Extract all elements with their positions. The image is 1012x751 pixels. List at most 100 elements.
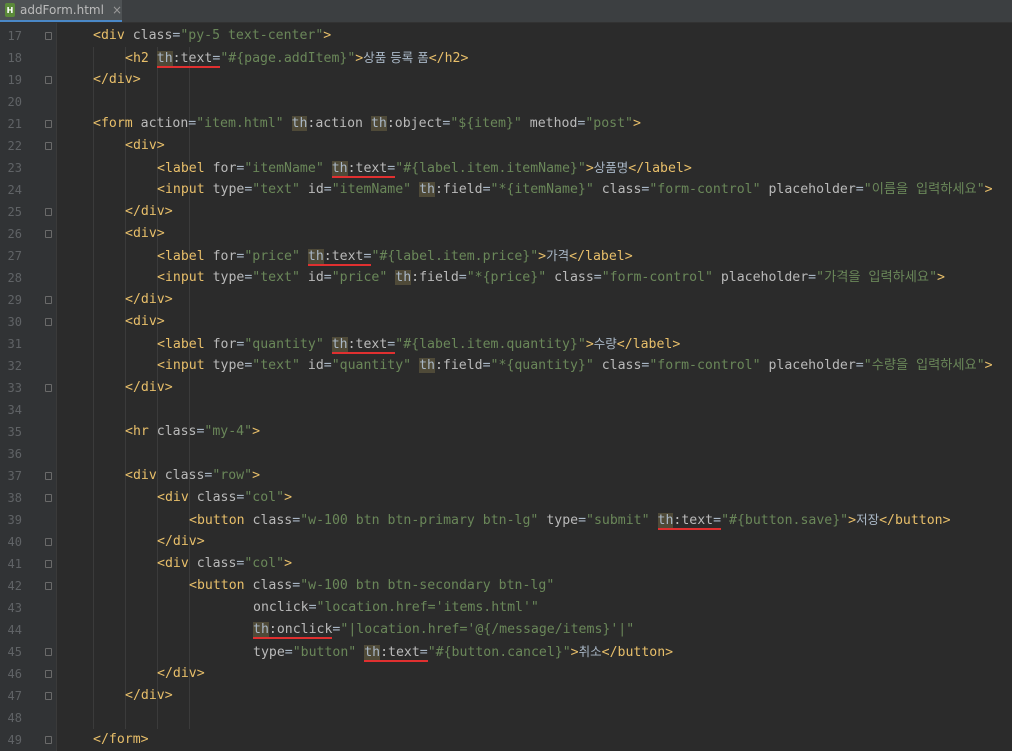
code-token: :text <box>673 513 714 528</box>
fold-marker-icon[interactable] <box>45 32 52 40</box>
line-number: 45 <box>7 645 22 659</box>
line-number: 30 <box>7 315 22 329</box>
fold-marker-icon[interactable] <box>45 538 52 546</box>
code-line[interactable]: <div class="col"> <box>157 553 292 575</box>
code-token: <div> <box>125 138 165 153</box>
line-number: 40 <box>7 535 22 549</box>
line-number: 41 <box>7 557 22 571</box>
code-line[interactable]: <label for="price" th:text="#{label.item… <box>157 245 633 267</box>
fold-marker-icon[interactable] <box>45 208 52 216</box>
code-token: type <box>212 270 245 285</box>
code-line[interactable]: <button class="w-100 btn btn-secondary b… <box>189 575 554 597</box>
code-token: "#{button.cancel}" <box>427 645 571 660</box>
code-line[interactable]: <div> <box>125 311 165 333</box>
code-line[interactable]: <div> <box>125 223 165 245</box>
code-line[interactable]: <input type="text" id="quantity" th:fiel… <box>157 355 993 377</box>
code-token: type <box>212 182 245 197</box>
code-token: "submit" <box>586 513 658 528</box>
code-token: <div <box>157 556 197 571</box>
fold-marker-icon[interactable] <box>45 648 52 656</box>
line-number: 22 <box>7 139 22 153</box>
code-line[interactable]: type="button" th:text="#{button.cancel}"… <box>253 641 673 663</box>
code-line[interactable]: <input type="text" id="itemName" th:fiel… <box>157 179 993 201</box>
code-token: </button> <box>601 645 674 660</box>
code-line[interactable]: </div> <box>157 531 205 553</box>
highlight-underline: th:text= <box>156 51 221 68</box>
code-line[interactable]: <form action="item.html" th:action th:ob… <box>93 113 641 135</box>
code-line[interactable]: <hr class="my-4"> <box>125 421 260 443</box>
line-number: 37 <box>7 469 22 483</box>
fold-marker-icon[interactable] <box>45 472 52 480</box>
code-token: = <box>808 270 817 285</box>
close-tab-icon[interactable]: × <box>112 3 122 17</box>
code-token: = <box>323 358 332 373</box>
code-token: for <box>212 337 237 352</box>
code-token: = <box>308 600 317 615</box>
code-line[interactable]: <label for="quantity" th:text="#{label.i… <box>157 333 680 355</box>
line-number: 26 <box>7 227 22 241</box>
code-token: "price" <box>331 270 396 285</box>
code-token: <div <box>93 28 133 43</box>
code-line[interactable]: <div class="py-5 text-center"> <box>93 25 331 47</box>
code-token: class <box>196 490 237 505</box>
fold-marker-icon[interactable] <box>45 736 52 744</box>
fold-marker-icon[interactable] <box>45 120 52 128</box>
code-line[interactable]: </div> <box>125 201 173 223</box>
code-token: 저장 <box>856 512 880 527</box>
editor-tab-bar: H addForm.html × <box>0 0 1012 23</box>
line-number: 18 <box>7 51 22 65</box>
fold-marker-icon[interactable] <box>45 384 52 392</box>
fold-marker-icon[interactable] <box>45 76 52 84</box>
fold-marker-icon[interactable] <box>45 670 52 678</box>
code-line[interactable]: <div> <box>125 135 165 157</box>
fold-marker-icon[interactable] <box>45 230 52 238</box>
fold-marker-icon[interactable] <box>45 494 52 502</box>
line-number: 39 <box>7 513 22 527</box>
code-line[interactable]: </div> <box>125 377 173 399</box>
code-token: "col" <box>244 490 285 505</box>
code-line[interactable]: <h2 th:text="#{page.addItem}">상품 등록 폼</h… <box>125 47 468 69</box>
code-token: = <box>292 578 301 593</box>
code-token: id <box>307 358 324 373</box>
code-line[interactable]: <div class="row"> <box>125 465 260 487</box>
code-token: > <box>323 28 332 43</box>
code-token: "text" <box>252 182 308 197</box>
code-token: id <box>307 182 324 197</box>
fold-marker-icon[interactable] <box>45 296 52 304</box>
code-token: "my-4" <box>204 424 253 439</box>
code-token: > <box>538 249 547 264</box>
code-token: "row" <box>212 468 253 483</box>
code-line[interactable]: </div> <box>125 289 173 311</box>
code-line[interactable]: </div> <box>93 69 141 91</box>
code-token: > <box>585 161 594 176</box>
code-token: <form <box>93 116 141 131</box>
fold-marker-icon[interactable] <box>45 318 52 326</box>
code-line[interactable]: <button class="w-100 btn btn-primary btn… <box>189 509 951 531</box>
code-line[interactable]: <input type="text" id="price" th:field="… <box>157 267 945 289</box>
code-line[interactable]: <div class="col"> <box>157 487 292 509</box>
tab-addform-html[interactable]: H addForm.html × <box>0 0 122 22</box>
code-line[interactable]: </div> <box>125 685 173 707</box>
code-line[interactable]: <label for="itemName" th:text="#{label.i… <box>157 157 692 179</box>
code-token: th <box>331 161 348 176</box>
line-number: 46 <box>7 667 22 681</box>
code-token: 수량 <box>593 336 617 351</box>
fold-marker-icon[interactable] <box>45 582 52 590</box>
code-line[interactable]: th:onclick="|location.href='@{/message/i… <box>253 619 634 641</box>
code-token: class <box>132 28 173 43</box>
code-token: "*{itemName}" <box>490 182 602 197</box>
code-token: th <box>419 182 435 197</box>
indent-guide <box>189 47 190 729</box>
code-line[interactable]: onclick="location.href='items.html'" <box>253 597 539 619</box>
fold-marker-icon[interactable] <box>45 142 52 150</box>
code-token: "w-100 btn btn-secondary btn-lg" <box>300 578 555 593</box>
code-token: </div> <box>125 204 173 219</box>
code-token: "itemName" <box>244 161 332 176</box>
code-line[interactable]: </form> <box>93 729 149 751</box>
code-line[interactable]: </div> <box>157 663 205 685</box>
code-token: class <box>554 270 594 285</box>
code-token: "text" <box>252 358 308 373</box>
code-token: </div> <box>125 380 173 395</box>
fold-marker-icon[interactable] <box>45 560 52 568</box>
fold-marker-icon[interactable] <box>45 692 52 700</box>
